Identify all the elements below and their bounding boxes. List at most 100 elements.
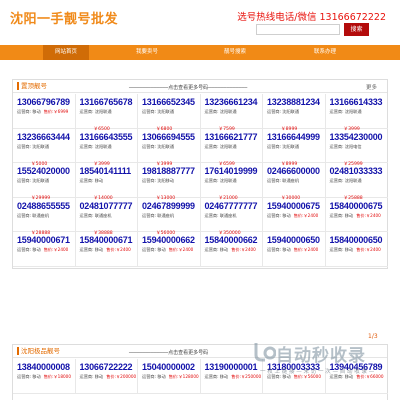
phone-number[interactable]: 15840000650 [330, 235, 389, 245]
number-info: 运营商: 移动 售价:￥18000 [17, 374, 75, 380]
number-card[interactable]: 13166644999 运营商: 沈阳联通 ￥8999 [263, 128, 326, 167]
price-label: 售价:￥128000 [168, 374, 199, 379]
phone-number[interactable]: 02466600000 [267, 166, 325, 176]
number-card[interactable]: 15840000662 运营商: 移动 售价:￥2400 [200, 232, 263, 267]
carrier-label: 运营商: 移动 [79, 247, 104, 252]
number-card[interactable]: 02481077777 运营商: 联通座机 ￥38888 [75, 197, 138, 236]
more-link[interactable]: 更多 [366, 83, 377, 91]
number-card[interactable]: 13166614333 运营商: 沈阳联通 ￥3999 [325, 94, 389, 132]
phone-number[interactable]: 13238881234 [267, 97, 325, 107]
number-card[interactable]: 13166652345 运营商: 沈阳联通 ￥6800 [138, 94, 201, 132]
nav-item-home[interactable]: 网站首页 [43, 45, 89, 60]
phone-number[interactable]: 18540141111 [80, 166, 138, 176]
number-info: 运营商: 移动 售价:￥2400 [330, 213, 389, 219]
number-card[interactable]: 17614019999 运营商: 沈阳联通 ￥21000 [200, 163, 263, 201]
number-card[interactable]: 15524020000 运营商: 沈阳联通 ￥29999 [13, 163, 76, 201]
phone-number[interactable]: 19818887777 [142, 166, 200, 176]
number-card[interactable]: 13066722222 运营商: 移动 售价:￥200000 [75, 359, 138, 394]
carrier-label: 运营商: 沈阳联通 [79, 143, 112, 149]
number-card[interactable]: 02488655555 运营商: 联通座机 ￥28888 [13, 197, 76, 236]
panel-title: 置顶靓号 [17, 82, 47, 90]
phone-number[interactable]: 15840000662 [205, 235, 263, 245]
number-card[interactable]: 13236663444 运营商: 沈阳联通 ￥5000 [13, 128, 76, 167]
number-card[interactable]: 15840000675 运营商: 移动 售价:￥2400 [325, 198, 389, 232]
number-card[interactable]: 19818887777 运营商: 沈阳移动 ￥13000 [138, 163, 201, 201]
phone-number[interactable]: 02481077777 [80, 201, 138, 211]
phone-number[interactable]: 15940000675 [267, 201, 325, 211]
phone-number[interactable]: 15840000671 [80, 235, 138, 245]
phone-number[interactable]: 13354230000 [330, 132, 389, 142]
price-label: 售价:￥2400 [231, 247, 256, 252]
nav-item-contact[interactable]: 联系办理 [302, 45, 348, 60]
number-card[interactable]: 15940000675 运营商: 移动 售价:￥2400 [263, 197, 326, 232]
phone-number[interactable]: 13166621777 [205, 132, 263, 142]
panel-title: 沈阳极品靓号 [17, 347, 60, 355]
phone-number[interactable]: 02467777777 [205, 201, 263, 211]
carrier-label: 运营商: 沈阳联通 [142, 143, 175, 149]
phone-number[interactable]: 02467899999 [142, 201, 200, 211]
number-card[interactable]: 15840000650 运营商: 移动 售价:￥2400 [325, 232, 389, 267]
number-card[interactable]: 15940000671 运营商: 移动 售价:￥2400 [13, 232, 76, 267]
phone-number[interactable]: 15940000662 [142, 235, 200, 245]
phone-number[interactable]: 13166614333 [330, 97, 389, 107]
phone-number[interactable]: 13840000008 [17, 362, 75, 372]
number-card[interactable]: 13236661234 运营商: 沈阳联通 ￥7599 [200, 94, 263, 132]
phone-number[interactable]: 15940000650 [267, 235, 325, 245]
phone-number[interactable]: 13166644999 [267, 132, 325, 142]
phone-number[interactable]: 02488655555 [17, 201, 75, 211]
view-more-link[interactable]: ─────────────点击查看更多号码 [129, 349, 208, 356]
number-card[interactable]: 15940000662 运营商: 移动 售价:￥2400 [138, 232, 201, 267]
number-info: 运营商: 移动 售价:￥2400 [205, 247, 263, 253]
number-info: 运营商: 沈阳电信 [330, 144, 389, 150]
phone-number[interactable]: 13066694555 [142, 132, 200, 142]
carrier-label: 运营商: 移动 [329, 247, 354, 252]
number-info: 运营商: 移动 售价:￥200000 [80, 374, 138, 380]
number-card[interactable]: 13354230000 运营商: 沈阳电信 ￥25999 [325, 129, 389, 167]
number-card[interactable]: 02481033333 运营商: 沈阳联通 ￥25888 [325, 163, 389, 201]
number-card[interactable]: 15840000671 运营商: 移动 售价:￥2400 [75, 232, 138, 267]
nav-item-search[interactable]: 靓号搜索 [212, 45, 258, 60]
phone-number[interactable]: 13166643555 [80, 132, 138, 142]
phone-number[interactable]: 13236661234 [205, 97, 263, 107]
phone-number[interactable]: 13066796789 [17, 97, 75, 107]
number-card[interactable]: 13840000008 运营商: 移动 售价:￥18000 [13, 359, 76, 394]
phone-number[interactable]: 13066722222 [80, 362, 138, 372]
phone-number[interactable]: 15840000675 [330, 201, 389, 211]
carrier-label: 运营商: 沈阳联通 [17, 178, 50, 183]
number-card[interactable]: 13238881234 运营商: 沈阳联通 ￥8999 [263, 94, 326, 132]
number-info: 运营商: 沈阳移动 [142, 178, 200, 184]
phone-number[interactable]: 13166652345 [142, 97, 200, 107]
price-label: 售价:￥200000 [106, 374, 137, 379]
number-card[interactable]: 13166621777 运营商: 沈阳联通 ￥6599 [200, 128, 263, 167]
number-card[interactable]: 15940000650 运营商: 移动 售价:￥2400 [263, 232, 326, 267]
number-card[interactable]: 13066694555 运营商: 沈阳联通 ￥3999 [138, 128, 201, 167]
number-card[interactable]: 13166765678 运营商: 沈阳联通 ￥6500 [75, 94, 138, 132]
carrier-label: 运营商: 沈阳联通 [267, 143, 300, 149]
watermark-logo-icon [254, 343, 276, 362]
number-card[interactable]: 15040000002 运营商: 移动 售价:￥128000 [138, 359, 201, 394]
number-card[interactable]: 02467899999 运营商: 联通座机 ￥56000 [138, 197, 201, 236]
site-logo[interactable]: 沈阳一手靓号批发 [10, 8, 118, 27]
phone-number[interactable]: 15040000002 [142, 362, 200, 372]
number-card[interactable]: 13166643555 运营商: 沈阳联通 ￥3999 [75, 128, 138, 167]
phone-number[interactable]: 17614019999 [205, 166, 263, 176]
phone-number[interactable]: 15940000671 [17, 235, 75, 245]
number-card[interactable]: 13066796789 运营商: 移动 售价:￥6999 [13, 94, 76, 129]
phone-number[interactable]: 13236663444 [17, 132, 75, 142]
carrier-label: 运营商: 移动 [267, 212, 291, 218]
search-input[interactable] [256, 24, 340, 35]
watermark-text: 自动秒收录 [276, 346, 366, 366]
number-card[interactable]: 02466600000 运营商: 联通座机 ￥30000 [263, 163, 326, 201]
number-info: 运营商: 联通座机 [17, 213, 75, 219]
view-more-link[interactable]: ─────────────点击查看更多号码───────────── [129, 84, 247, 91]
number-card[interactable]: 18540141111 运营商: 移动 ￥14000 [75, 163, 138, 201]
phone-number[interactable]: 15524020000 [17, 166, 75, 176]
phone-number[interactable]: 02481033333 [330, 166, 389, 176]
carrier-label: 运营商: 移动 [329, 212, 354, 218]
number-card[interactable]: 02467777777 运营商: 联通座机 ￥350000 [200, 197, 263, 236]
nav-item-sell[interactable]: 我要卖号 [124, 45, 170, 60]
phone-number[interactable]: 13166765678 [80, 97, 138, 107]
search-button[interactable]: 搜索 [344, 23, 369, 36]
carrier-label: 运营商: 移动 [79, 374, 104, 379]
carrier-label: 运营商: 移动 [204, 374, 229, 379]
